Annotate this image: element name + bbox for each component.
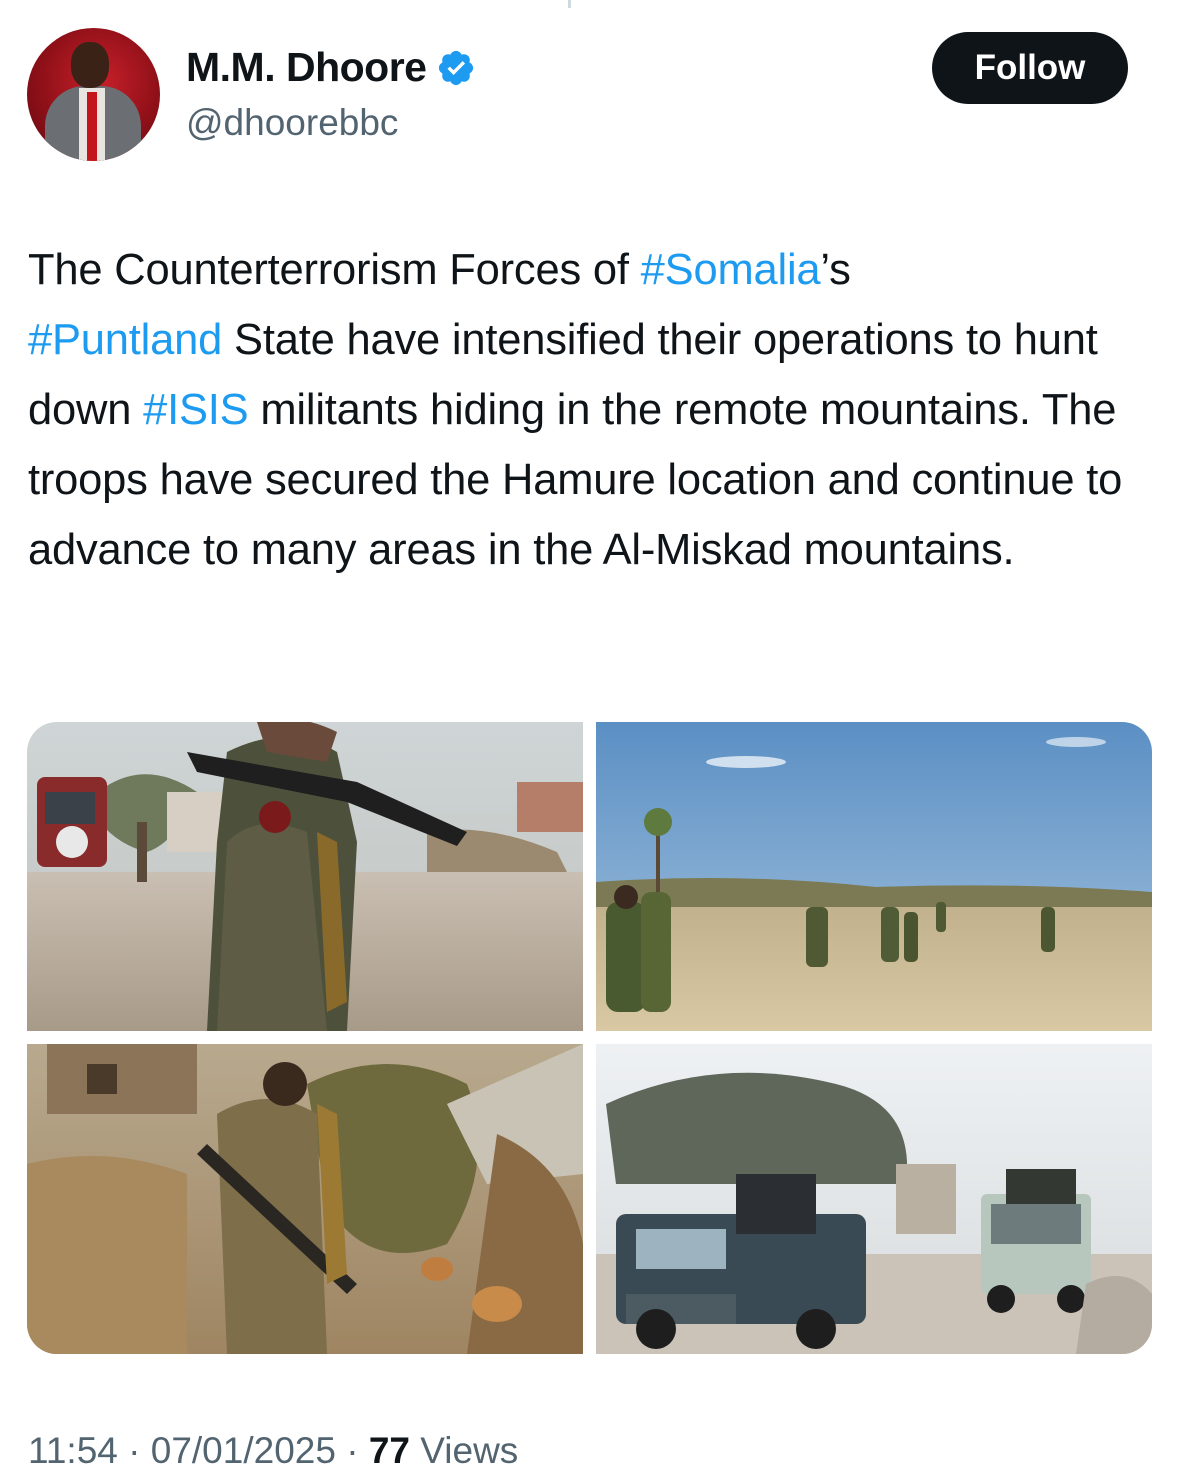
media-photo-3[interactable] bbox=[27, 1044, 583, 1354]
tweet-meta: 11:54 · 07/01/2025 · 77 Views bbox=[28, 1430, 518, 1472]
media-photo-4[interactable] bbox=[596, 1044, 1152, 1354]
media-photo-2[interactable] bbox=[596, 722, 1152, 1031]
meta-separator: · bbox=[335, 1430, 369, 1471]
media-grid bbox=[27, 722, 1152, 1354]
views-label: Views bbox=[409, 1430, 519, 1471]
avatar-tie bbox=[87, 92, 97, 161]
tweet-text: The Counterterrorism Forces of #Somalia’… bbox=[28, 235, 1158, 585]
author-name-row[interactable]: M.M. Dhoore bbox=[186, 44, 476, 91]
follow-button[interactable]: Follow bbox=[932, 32, 1128, 104]
tweet-date[interactable]: 07/01/2025 bbox=[151, 1430, 336, 1471]
author-handle[interactable]: @dhoorebbc bbox=[186, 102, 398, 144]
verified-badge-icon bbox=[439, 50, 474, 85]
media-photo-1[interactable] bbox=[27, 722, 583, 1031]
hashtag-isis-link[interactable]: #ISIS bbox=[143, 386, 249, 434]
avatar-head bbox=[71, 42, 109, 88]
tweet-text-segment: The Counterterrorism Forces of bbox=[28, 246, 641, 294]
meta-separator: · bbox=[117, 1430, 151, 1471]
top-divider-stub bbox=[568, 0, 571, 8]
avatar[interactable] bbox=[27, 28, 160, 161]
display-name[interactable]: M.M. Dhoore bbox=[186, 44, 427, 91]
tweet-text-segment: ’s bbox=[820, 246, 851, 294]
tweet-time[interactable]: 11:54 bbox=[28, 1430, 118, 1471]
hashtag-somalia-link[interactable]: #Somalia bbox=[641, 246, 821, 294]
hashtag-puntland-link[interactable]: #Puntland bbox=[28, 316, 222, 364]
views-count[interactable]: 77 bbox=[369, 1430, 410, 1471]
